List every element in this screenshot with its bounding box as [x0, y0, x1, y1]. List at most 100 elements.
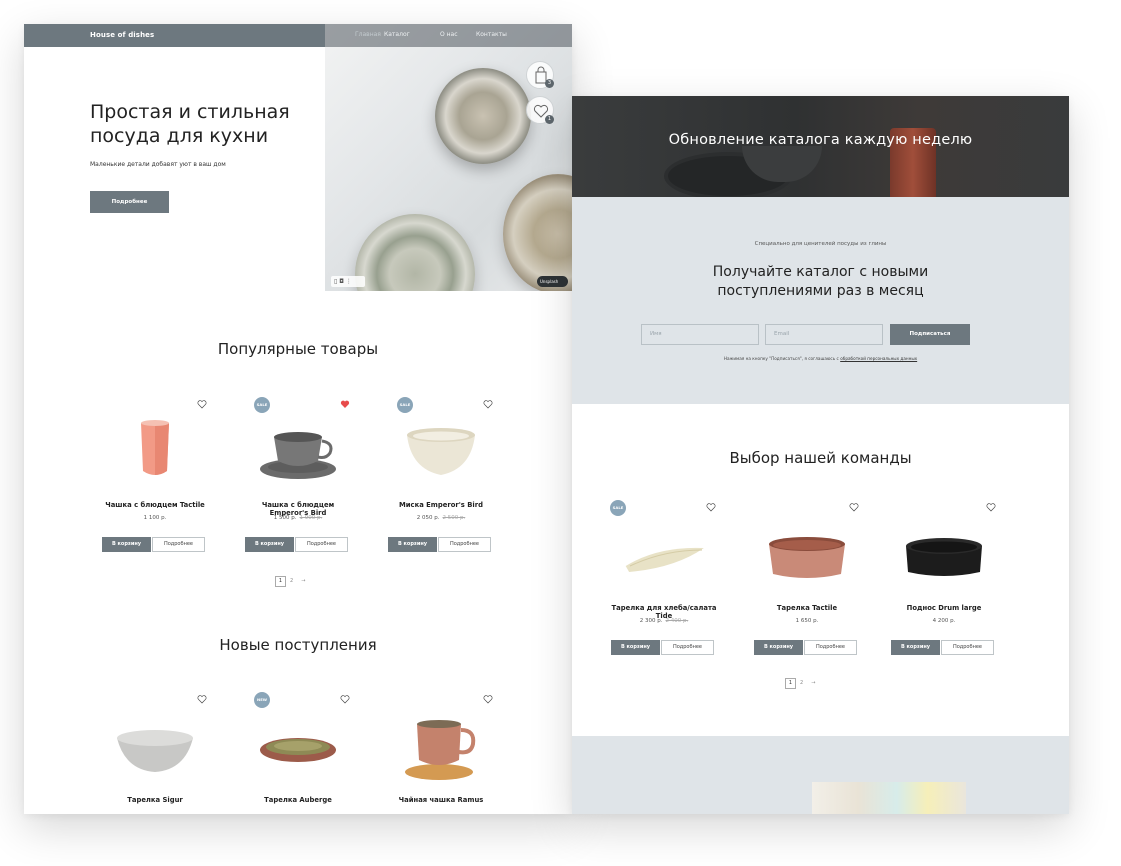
bowl-image: [503, 174, 572, 291]
details-button[interactable]: Подробнее: [661, 640, 714, 655]
nav-home[interactable]: Главная: [355, 31, 381, 38]
add-to-cart-button[interactable]: В корзину: [891, 640, 940, 655]
price-current: 2 050 р.: [416, 515, 440, 521]
plate-image: [355, 214, 475, 291]
mockup-stage: House of dishes ▯ ◘ ⋮ Unsplash Главная К…: [0, 0, 1121, 866]
subscribe-button[interactable]: Подписаться: [890, 324, 970, 345]
price-current: 1 100 р.: [143, 515, 167, 521]
product-name[interactable]: Тарелка Sigur: [101, 796, 209, 804]
new-badge: NEW: [254, 692, 270, 708]
subscribe-section: Специально для ценителей посуды из глины…: [572, 197, 1069, 404]
price-current: 2 300 р.: [639, 618, 663, 624]
price-current: 1 500 р.: [273, 515, 297, 521]
product-name[interactable]: Чашка с блюдцем Tactile: [101, 501, 209, 509]
sale-badge: SALE: [610, 500, 626, 516]
cup-saucer-image: [260, 432, 336, 479]
next-page-button[interactable]: →: [301, 578, 305, 584]
add-to-cart-button[interactable]: В корзину: [388, 537, 437, 552]
next-page-button[interactable]: →: [811, 680, 815, 686]
team-choice-title: Выбор нашей команды: [729, 449, 912, 467]
heart-filled-icon[interactable]: [340, 399, 350, 409]
photo-credit-text: Unsplash: [540, 279, 559, 284]
tea-cup-image: [405, 720, 476, 780]
plate-image: [260, 738, 336, 762]
photo-toolbar: ▯ ◘ ⋮: [331, 276, 365, 287]
page-1-button[interactable]: 1: [785, 678, 796, 689]
nav-about[interactable]: О нас: [440, 31, 458, 38]
product-price: 4 200 р.: [890, 618, 998, 624]
product-price: 1 500 р. 1 900 р.: [244, 515, 352, 521]
subscribe-title: Получайте каталог с новыми поступлениями…: [572, 263, 1069, 301]
heart-icon[interactable]: [197, 694, 207, 704]
subscribe-title-line: поступлениями раз в месяц: [717, 283, 924, 299]
product-name[interactable]: Миска Emperor's Bird: [387, 501, 495, 509]
add-to-cart-button[interactable]: В корзину: [102, 537, 151, 552]
sale-badge: SALE: [397, 397, 413, 413]
cup-image: [141, 420, 169, 475]
nav-contacts[interactable]: Контакты: [476, 31, 507, 38]
email-input[interactable]: Email: [765, 324, 883, 345]
price-current: 1 650 р.: [795, 618, 819, 624]
gallery-section: [572, 736, 1069, 814]
hero-more-button[interactable]: Подробнее: [90, 191, 169, 213]
price-old: 1 900 р.: [299, 515, 323, 521]
heart-icon[interactable]: [706, 502, 716, 512]
hero-subtitle: Маленькие детали добавят уют в ваш дом: [90, 161, 226, 168]
price-current: 4 200 р.: [932, 618, 956, 624]
consent-text: Нажимая на кнопку "Подписаться", я согла…: [572, 356, 1069, 361]
gallery-image: [812, 782, 966, 814]
privacy-link[interactable]: обработкой персональных данных: [840, 356, 917, 361]
name-input[interactable]: Имя: [641, 324, 759, 345]
brand-logo[interactable]: House of dishes: [90, 31, 154, 39]
product-name[interactable]: Тарелка Tactile: [753, 604, 861, 612]
page-2-button[interactable]: 2: [290, 578, 293, 584]
popular-section-title: Популярные товары: [217, 340, 379, 358]
details-button[interactable]: Подробнее: [438, 537, 491, 552]
subscribe-title-line: Получайте каталог с новыми: [712, 264, 929, 280]
hero-title: Простая и стильная посуда для кухни: [90, 101, 290, 147]
cart-count: 3: [545, 79, 554, 88]
product-name[interactable]: Тарелка Auberge: [244, 796, 352, 804]
homepage-screenshot: House of dishes ▯ ◘ ⋮ Unsplash Главная К…: [24, 24, 572, 814]
details-button[interactable]: Подробнее: [295, 537, 348, 552]
add-to-cart-button[interactable]: В корзину: [754, 640, 803, 655]
heart-icon[interactable]: [340, 694, 350, 704]
subscribe-kicker: Специально для ценителей посуды из глины: [754, 241, 887, 247]
page-2-button[interactable]: 2: [800, 680, 803, 686]
product-price: 2 050 р. 2 500 р.: [387, 515, 495, 521]
photo-credit-badge: Unsplash: [537, 276, 568, 287]
nav-catalog[interactable]: Каталог: [384, 31, 410, 38]
price-old: 2 500 р.: [442, 515, 466, 521]
details-button[interactable]: Подробнее: [804, 640, 857, 655]
consent-label: Нажимая на кнопку "Подписаться", я согла…: [723, 356, 839, 361]
plate-image: [625, 547, 704, 572]
plate-image: [769, 537, 845, 578]
heart-icon[interactable]: [197, 399, 207, 409]
catalog-banner: Обновление каталога каждую неделю: [572, 96, 1069, 197]
product-name[interactable]: Чайная чашка Ramus: [387, 796, 495, 804]
sale-badge: SALE: [254, 397, 270, 413]
banner-title: Обновление каталога каждую неделю: [668, 132, 973, 148]
new-arrivals-title: Новые поступления: [219, 636, 377, 654]
plate-image: [117, 730, 193, 772]
tray-image: [906, 538, 982, 576]
product-price: 1 100 р.: [101, 515, 209, 521]
details-button[interactable]: Подробнее: [152, 537, 205, 552]
favorites-count: 1: [545, 115, 554, 124]
heart-icon[interactable]: [986, 502, 996, 512]
product-price: 2 300 р. 2 400 р.: [610, 618, 718, 624]
heart-icon[interactable]: [483, 399, 493, 409]
page-1-button[interactable]: 1: [275, 576, 286, 587]
bowl-image: [435, 68, 531, 164]
add-to-cart-button[interactable]: В корзину: [245, 537, 294, 552]
details-button[interactable]: Подробнее: [941, 640, 994, 655]
heart-icon[interactable]: [483, 694, 493, 704]
product-price: 1 650 р.: [753, 618, 861, 624]
product-name[interactable]: Поднос Drum large: [890, 604, 998, 612]
add-to-cart-button[interactable]: В корзину: [611, 640, 660, 655]
pagination: 1 2 →: [785, 678, 815, 689]
heart-icon[interactable]: [849, 502, 859, 512]
pagination: 1 2 →: [275, 576, 305, 587]
bowl-image: [407, 428, 475, 475]
price-old: 2 400 р.: [665, 618, 689, 624]
